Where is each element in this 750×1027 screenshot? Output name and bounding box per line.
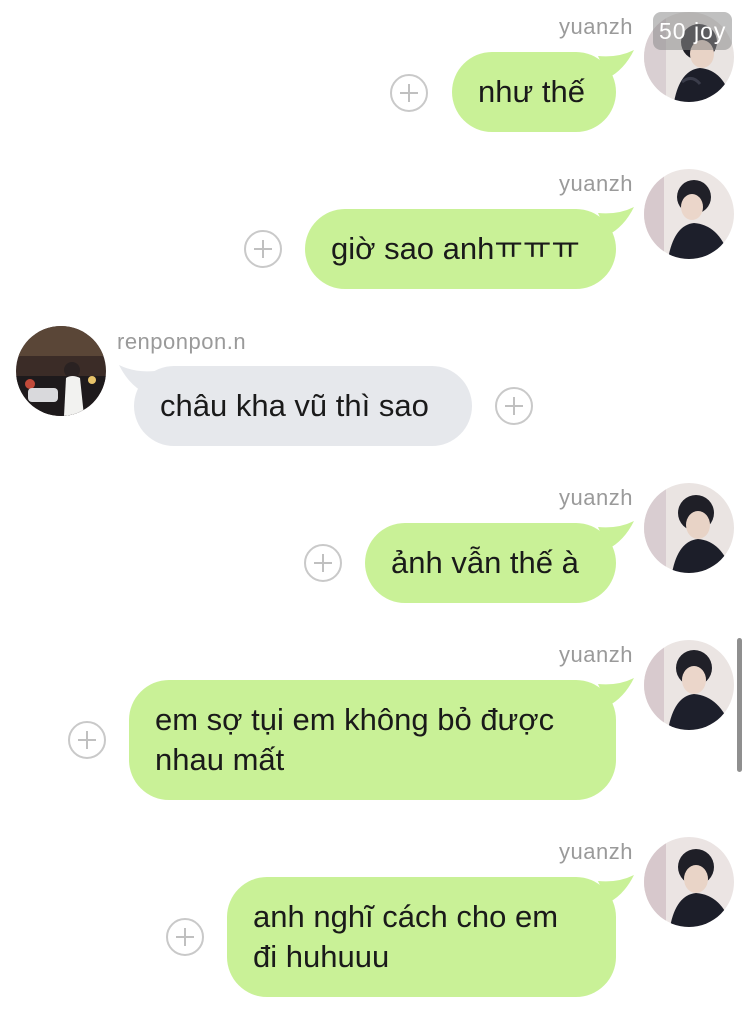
unread-badge: 50 joy [653, 12, 733, 50]
avatar[interactable] [16, 326, 106, 416]
sender-name: yuanzh [559, 839, 633, 864]
plus-circle-icon[interactable] [68, 721, 106, 759]
plus-circle-icon[interactable] [390, 74, 428, 112]
plus-circle-icon[interactable] [166, 918, 204, 956]
sender-name: renponpon.n [117, 329, 247, 354]
message-bubble[interactable]: châu kha vũ thì sao [134, 366, 472, 446]
message-bubble[interactable]: như thế [452, 52, 616, 132]
avatar[interactable] [644, 837, 734, 927]
message-bubble[interactable]: giờ sao anhㅠㅠㅠ [305, 209, 616, 289]
avatar[interactable] [644, 640, 734, 730]
sender-name: yuanzh [559, 642, 633, 667]
sender-name: yuanzh [559, 14, 633, 39]
avatar[interactable] [644, 169, 734, 259]
message-bubble[interactable]: em sợ tụi em không bỏ được nhau mất [129, 680, 616, 800]
message-bubble[interactable]: ảnh vẫn thế à [365, 523, 616, 603]
avatar[interactable] [644, 483, 734, 573]
plus-circle-icon[interactable] [495, 387, 533, 425]
scrollbar[interactable] [737, 638, 742, 772]
sender-name: yuanzh [559, 485, 633, 510]
plus-circle-icon[interactable] [244, 230, 282, 268]
sender-name: yuanzh [559, 171, 633, 196]
plus-circle-icon[interactable] [304, 544, 342, 582]
message-bubble[interactable]: anh nghĩ cách cho em đi huhuuu [227, 877, 616, 997]
